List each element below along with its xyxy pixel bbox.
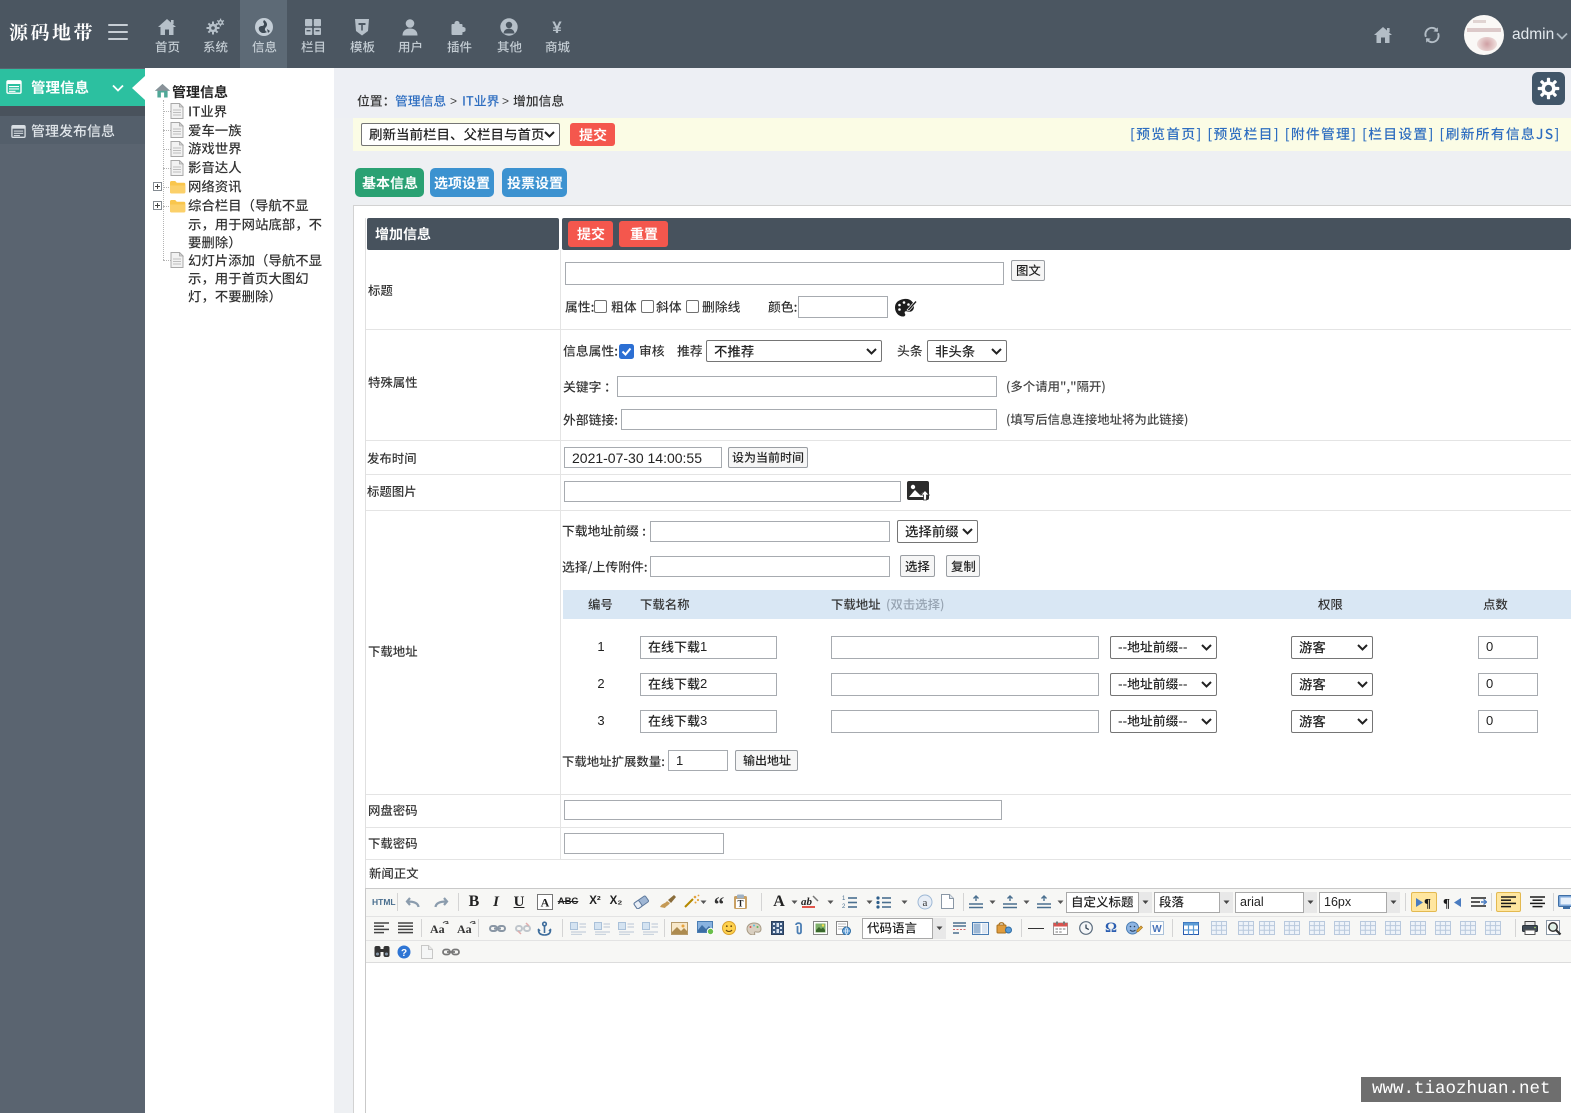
svg-text:1: 1	[842, 896, 846, 902]
svg-text:¶: ¶	[1443, 896, 1450, 909]
svg-text:¥: ¥	[552, 18, 562, 37]
svg-text:a: a	[923, 897, 928, 909]
svg-text:T: T	[737, 899, 743, 909]
svg-text:?: ?	[401, 948, 407, 959]
svg-text:A: A	[541, 896, 550, 910]
svg-text:2: 2	[842, 904, 846, 909]
svg-text:¶: ¶	[1424, 896, 1431, 909]
svg-text:Aa: Aa	[430, 922, 445, 935]
svg-text:W: W	[1152, 924, 1162, 935]
svg-text:Aa: Aa	[457, 922, 472, 935]
